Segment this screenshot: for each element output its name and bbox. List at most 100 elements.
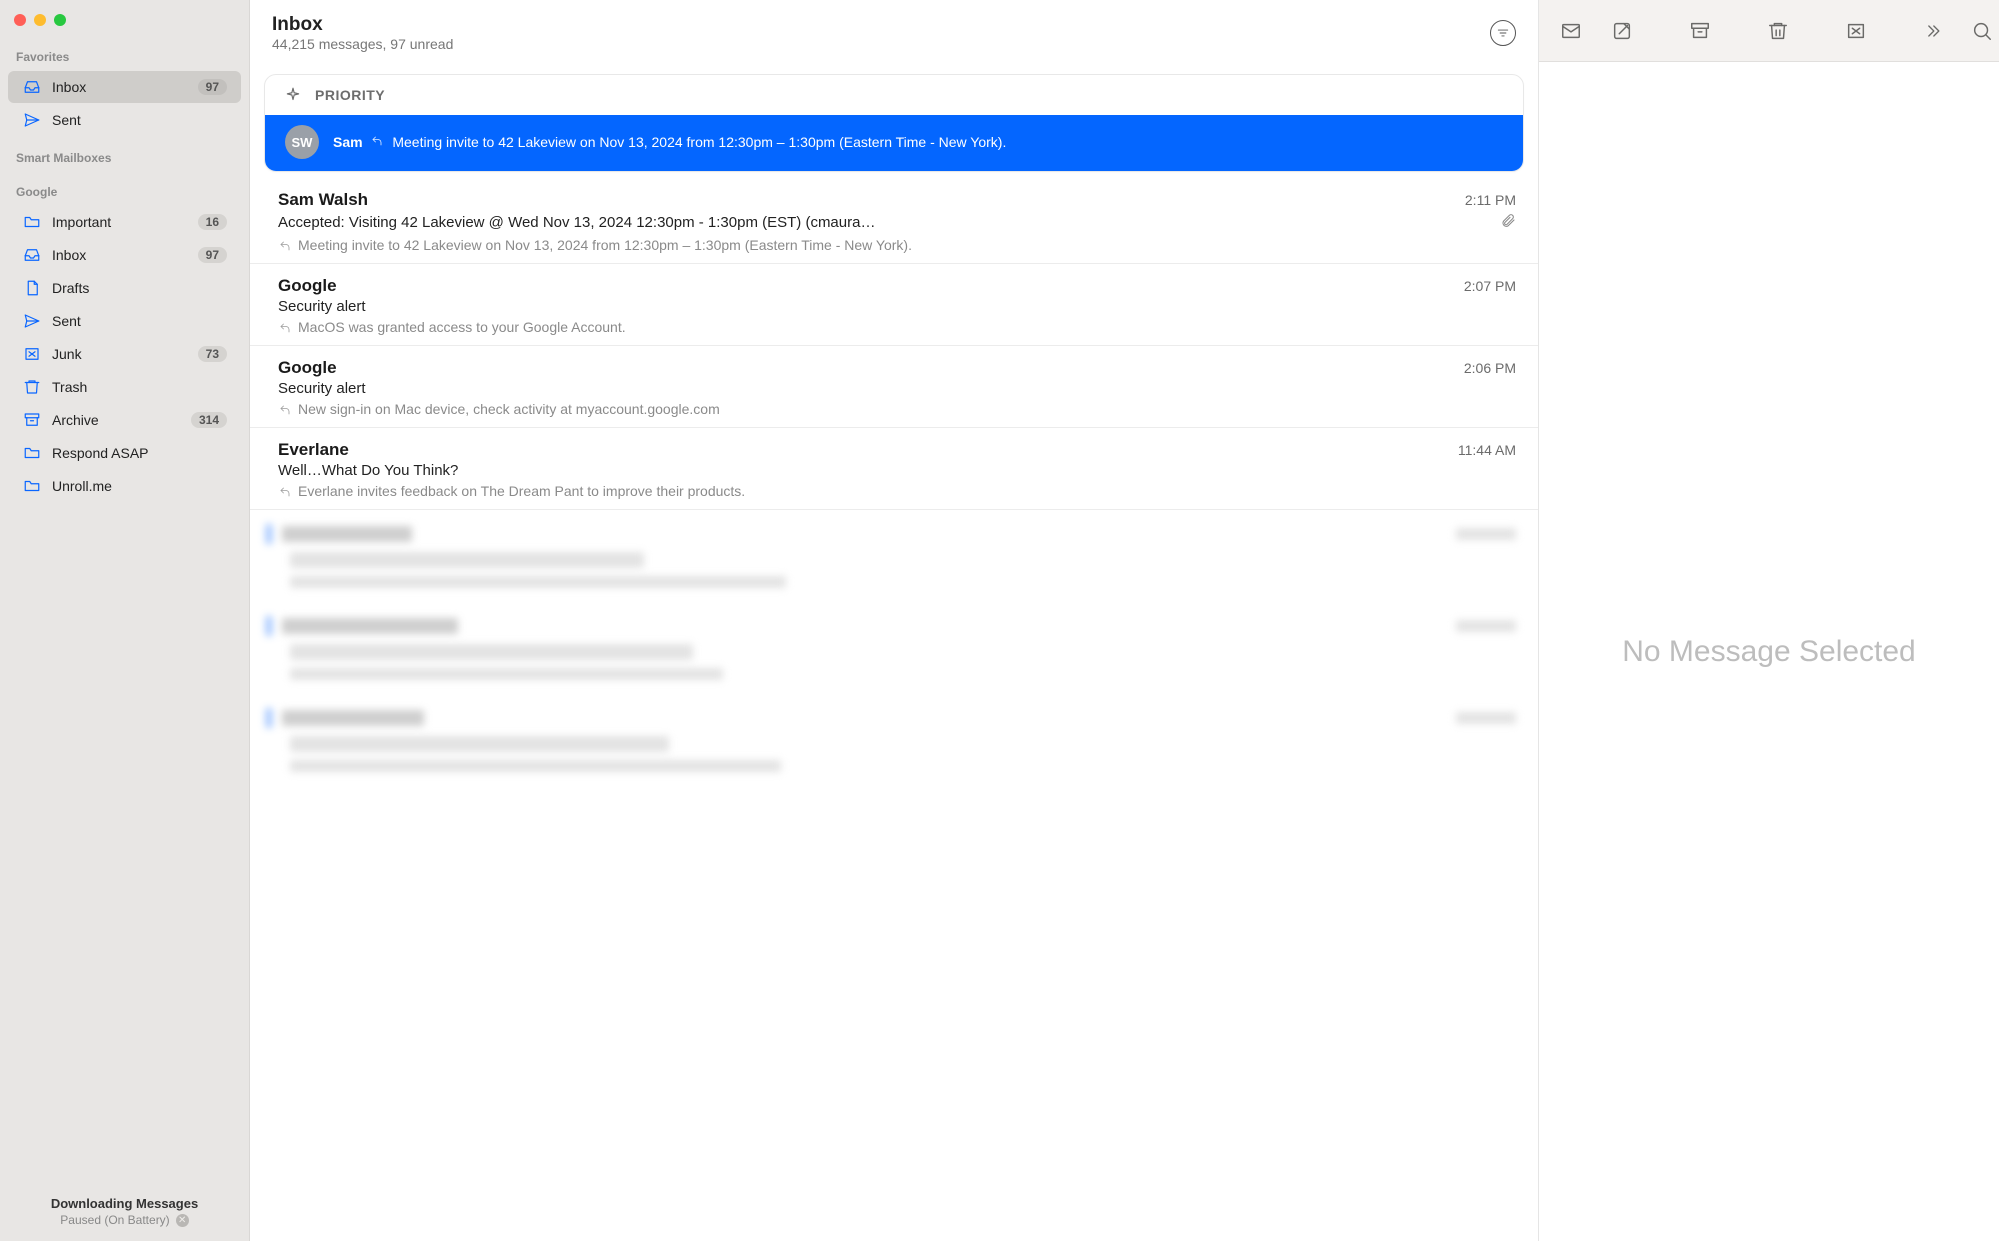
message-time: 2:07 PM <box>1464 278 1516 294</box>
search-button[interactable] <box>1971 18 1993 44</box>
delete-button[interactable] <box>1767 18 1789 44</box>
avatar: SW <box>285 125 319 159</box>
download-status-subtitle: Paused (On Battery) ✕ <box>60 1213 188 1227</box>
mailbox-title: Inbox <box>272 14 453 36</box>
inbox-icon <box>22 77 42 97</box>
unread-badge: 314 <box>191 412 227 428</box>
reply-icon <box>278 239 292 255</box>
filter-icon <box>1496 26 1510 40</box>
more-button[interactable] <box>1923 18 1943 44</box>
message-sender: Everlane <box>278 440 349 460</box>
message-sender: Google <box>278 358 337 378</box>
sidebar-item-archive[interactable]: Archive 314 <box>8 404 241 436</box>
sidebar: Favorites Inbox 97 Sent Smart Mailboxes … <box>0 0 250 1241</box>
message-subject: Accepted: Visiting 42 Lakeview @ Wed Nov… <box>278 214 875 231</box>
sidebar-item-respond-asap[interactable]: Respond ASAP <box>8 437 241 469</box>
reply-icon <box>278 485 292 501</box>
compose-icon <box>1611 20 1633 42</box>
priority-label: PRIORITY <box>315 87 385 103</box>
list-header: Inbox 44,215 messages, 97 unread <box>250 0 1538 62</box>
sidebar-item-important[interactable]: Important 16 <box>8 206 241 238</box>
message-row[interactable]: Google 2:07 PM Security alert MacOS was … <box>250 264 1538 346</box>
search-icon <box>1971 20 1993 42</box>
trash-icon <box>22 377 42 397</box>
preview-empty-state: No Message Selected <box>1539 62 1999 1241</box>
window-controls <box>0 0 249 36</box>
redacted-message-row <box>250 510 1538 602</box>
archive-icon <box>1689 20 1711 42</box>
message-sender: Google <box>278 276 337 296</box>
sidebar-item-label: Trash <box>52 379 227 395</box>
chevron-double-right-icon <box>1923 21 1943 41</box>
sidebar-item-sent[interactable]: Sent <box>8 104 241 136</box>
cancel-download-icon[interactable]: ✕ <box>176 1214 189 1227</box>
message-list-column: Inbox 44,215 messages, 97 unread PRIORIT… <box>250 0 1539 1241</box>
envelope-icon <box>1559 20 1583 42</box>
message-time: 2:11 PM <box>1465 192 1516 208</box>
message-preview: Meeting invite to 42 Lakeview on Nov 13,… <box>298 237 912 253</box>
folder-icon <box>22 443 42 463</box>
sidebar-item-label: Respond ASAP <box>52 445 227 461</box>
mailbox-subtitle: 44,215 messages, 97 unread <box>272 36 453 52</box>
sidebar-section-smart: Smart Mailboxes <box>0 137 249 171</box>
junk-icon <box>1845 20 1867 42</box>
message-preview: MacOS was granted access to your Google … <box>298 319 626 335</box>
sidebar-item-unroll-me[interactable]: Unroll.me <box>8 470 241 502</box>
inbox-icon <box>22 245 42 265</box>
sidebar-item-inbox[interactable]: Inbox 97 <box>8 239 241 271</box>
message-list[interactable]: Sam Walsh 2:11 PM Accepted: Visiting 42 … <box>250 172 1538 786</box>
message-row[interactable]: Everlane 11:44 AM Well…What Do You Think… <box>250 428 1538 510</box>
sidebar-item-label: Archive <box>52 412 181 428</box>
redacted-message-row <box>250 694 1538 786</box>
archive-button[interactable] <box>1689 18 1711 44</box>
minimize-window-button[interactable] <box>34 14 46 26</box>
message-subject: Security alert <box>278 380 366 397</box>
message-sender: Sam Walsh <box>278 190 368 210</box>
reply-icon <box>278 403 292 419</box>
sidebar-item-label: Sent <box>52 112 227 128</box>
junk-icon <box>22 344 42 364</box>
sent-icon <box>22 311 42 331</box>
download-status-title: Downloading Messages <box>12 1196 237 1211</box>
fullscreen-window-button[interactable] <box>54 14 66 26</box>
sidebar-item-label: Important <box>52 214 188 230</box>
sidebar-item-sent[interactable]: Sent <box>8 305 241 337</box>
doc-icon <box>22 278 42 298</box>
sidebar-item-label: Junk <box>52 346 188 362</box>
unread-badge: 73 <box>198 346 227 362</box>
message-subject: Security alert <box>278 298 366 315</box>
preview-column: No Message Selected <box>1539 0 1999 1241</box>
folder-icon <box>22 476 42 496</box>
message-row[interactable]: Sam Walsh 2:11 PM Accepted: Visiting 42 … <box>250 178 1538 264</box>
message-subject: Well…What Do You Think? <box>278 462 458 479</box>
message-row[interactable]: Google 2:06 PM Security alert New sign-i… <box>250 346 1538 428</box>
sidebar-item-junk[interactable]: Junk 73 <box>8 338 241 370</box>
compose-button[interactable] <box>1611 18 1633 44</box>
message-preview: New sign-in on Mac device, check activit… <box>298 401 720 417</box>
sidebar-item-drafts[interactable]: Drafts <box>8 272 241 304</box>
sidebar-item-inbox[interactable]: Inbox 97 <box>8 71 241 103</box>
sidebar-item-label: Inbox <box>52 79 188 95</box>
junk-button[interactable] <box>1845 18 1867 44</box>
sidebar-item-label: Unroll.me <box>52 478 227 494</box>
filter-button[interactable] <box>1490 20 1516 46</box>
priority-sender: Sam <box>333 134 363 150</box>
sidebar-section-google: Google <box>0 171 249 205</box>
priority-header: PRIORITY <box>265 75 1523 115</box>
close-window-button[interactable] <box>14 14 26 26</box>
archive-icon <box>22 410 42 430</box>
sidebar-section-favorites: Favorites <box>0 36 249 70</box>
unread-badge: 97 <box>198 79 227 95</box>
sidebar-item-label: Drafts <box>52 280 227 296</box>
attachment-icon <box>1500 212 1516 233</box>
reply-icon <box>370 133 384 152</box>
trash-icon <box>1767 20 1789 42</box>
sent-icon <box>22 110 42 130</box>
message-preview: Everlane invites feedback on The Dream P… <box>298 483 745 499</box>
unread-badge: 16 <box>198 214 227 230</box>
sidebar-item-trash[interactable]: Trash <box>8 371 241 403</box>
priority-sparkle-icon <box>283 85 303 105</box>
priority-message[interactable]: SW Sam Meeting invite to 42 Lakeview on … <box>265 115 1523 171</box>
reply-icon <box>278 321 292 337</box>
new-message-button[interactable] <box>1559 18 1583 44</box>
